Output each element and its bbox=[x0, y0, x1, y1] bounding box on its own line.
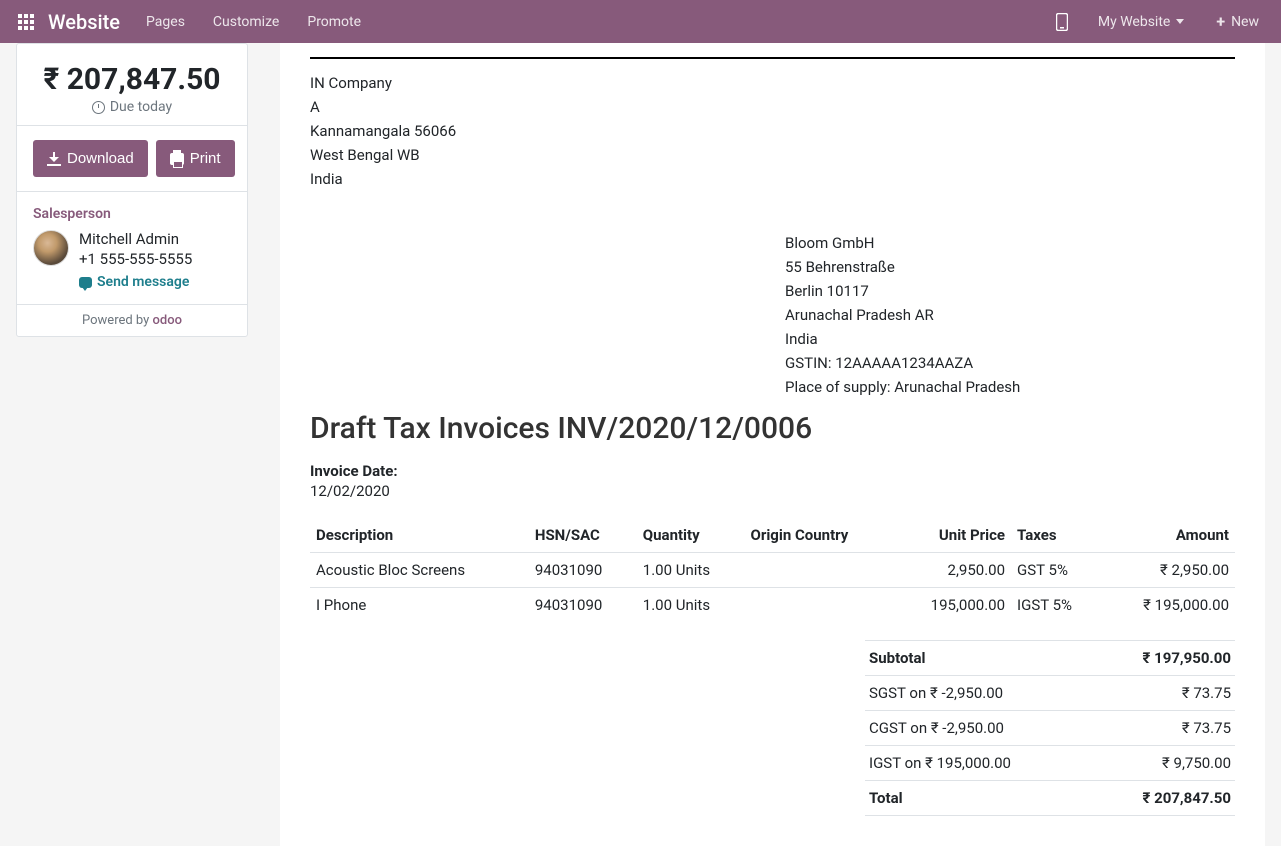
customer-line1: 55 Behrenstraße bbox=[785, 255, 1235, 279]
header-divider bbox=[310, 57, 1235, 59]
cell-taxes: IGST 5% bbox=[1011, 588, 1102, 623]
new-label: New bbox=[1231, 14, 1259, 30]
print-label: Print bbox=[190, 150, 221, 167]
company-line3: West Bengal WB bbox=[310, 143, 1235, 167]
nav-customize[interactable]: Customize bbox=[199, 0, 293, 43]
totals-label: CGST on ₹ -2,950.00 bbox=[869, 719, 1004, 737]
print-button[interactable]: Print bbox=[156, 140, 235, 177]
invoice-document: IN Company A Kannamangala 56066 West Ben… bbox=[280, 43, 1265, 846]
totals-row: SGST on ₹ -2,950.00 ₹ 73.75 bbox=[865, 676, 1235, 711]
totals-row: Total ₹ 207,847.50 bbox=[865, 781, 1235, 816]
totals-value: ₹ 197,950.00 bbox=[1142, 649, 1231, 667]
chat-icon bbox=[79, 277, 92, 288]
download-label: Download bbox=[67, 150, 134, 167]
customer-gstin: GSTIN: 12AAAAA1234AAZA bbox=[785, 351, 1235, 375]
company-line4: India bbox=[310, 167, 1235, 191]
totals-row: IGST on ₹ 195,000.00 ₹ 9,750.00 bbox=[865, 746, 1235, 781]
download-button[interactable]: Download bbox=[33, 140, 148, 177]
customer-line4: India bbox=[785, 327, 1235, 351]
my-website-label: My Website bbox=[1098, 14, 1170, 30]
totals-row: CGST on ₹ -2,950.00 ₹ 73.75 bbox=[865, 711, 1235, 746]
company-line1: A bbox=[310, 95, 1235, 119]
cell-origin bbox=[745, 588, 894, 623]
cell-price: 2,950.00 bbox=[894, 553, 1011, 588]
powered-by: Powered by odoo bbox=[17, 305, 247, 336]
cell-price: 195,000.00 bbox=[894, 588, 1011, 623]
due-text: Due today bbox=[110, 99, 172, 115]
col-origin: Origin Country bbox=[745, 518, 894, 553]
total-amount: ₹ 207,847.50 bbox=[33, 62, 231, 97]
company-line2: Kannamangala 56066 bbox=[310, 119, 1235, 143]
customer-name: Bloom GmbH bbox=[785, 231, 1235, 255]
totals-label: Subtotal bbox=[869, 649, 926, 667]
new-button[interactable]: + New bbox=[1202, 0, 1273, 43]
customer-line3: Arunachal Pradesh AR bbox=[785, 303, 1235, 327]
odoo-logo: odoo bbox=[153, 313, 182, 328]
cell-qty: 1.00 Units bbox=[637, 553, 745, 588]
totals-value: ₹ 207,847.50 bbox=[1142, 789, 1231, 807]
totals-block: Subtotal ₹ 197,950.00 SGST on ₹ -2,950.00 ₹… bbox=[865, 640, 1235, 816]
salesperson-heading: Salesperson bbox=[33, 206, 231, 222]
my-website-dropdown[interactable]: My Website bbox=[1084, 0, 1198, 43]
company-address: IN Company A Kannamangala 56066 West Ben… bbox=[310, 71, 1235, 191]
avatar bbox=[33, 230, 69, 266]
totals-label: Total bbox=[869, 789, 903, 807]
plus-icon: + bbox=[1216, 12, 1225, 31]
document-title: Draft Tax Invoices INV/2020/12/0006 bbox=[310, 411, 1235, 446]
summary-sidebar: ₹ 207,847.50 Due today Download Print Sa… bbox=[16, 43, 248, 846]
apps-icon[interactable] bbox=[8, 0, 44, 43]
due-indicator: Due today bbox=[33, 99, 231, 115]
totals-label: SGST on ₹ -2,950.00 bbox=[869, 684, 1003, 702]
company-name: IN Company bbox=[310, 71, 1235, 95]
cell-hsn: 94031090 bbox=[529, 553, 637, 588]
salesperson-phone: +1 555-555-5555 bbox=[79, 250, 192, 268]
cell-amount: ₹ 195,000.00 bbox=[1102, 588, 1235, 623]
salesperson-name: Mitchell Admin bbox=[79, 230, 192, 248]
col-description: Description bbox=[310, 518, 529, 553]
brand-title[interactable]: Website bbox=[44, 10, 132, 34]
col-price: Unit Price bbox=[894, 518, 1011, 553]
customer-address: Bloom GmbH 55 Behrenstraße Berlin 10117 … bbox=[785, 231, 1235, 399]
clock-icon bbox=[92, 101, 105, 114]
cell-desc: I Phone bbox=[310, 588, 529, 623]
customer-pos: Place of supply: Arunachal Pradesh bbox=[785, 375, 1235, 399]
nav-pages[interactable]: Pages bbox=[132, 0, 199, 43]
totals-value: ₹ 73.75 bbox=[1182, 684, 1231, 702]
cell-amount: ₹ 2,950.00 bbox=[1102, 553, 1235, 588]
table-row: Acoustic Bloc Screens940310901.00 Units 2… bbox=[310, 553, 1235, 588]
invoice-date-value: 12/02/2020 bbox=[310, 482, 1235, 500]
top-navbar: Website Pages Customize Promote My Websi… bbox=[0, 0, 1281, 43]
customer-line2: Berlin 10117 bbox=[785, 279, 1235, 303]
print-icon bbox=[170, 153, 184, 165]
totals-row: Subtotal ₹ 197,950.00 bbox=[865, 640, 1235, 676]
nav-promote[interactable]: Promote bbox=[293, 0, 375, 43]
mobile-preview-icon[interactable] bbox=[1044, 0, 1080, 43]
totals-value: ₹ 73.75 bbox=[1182, 719, 1231, 737]
cell-taxes: GST 5% bbox=[1011, 553, 1102, 588]
totals-value: ₹ 9,750.00 bbox=[1162, 754, 1231, 772]
table-row: I Phone940310901.00 Units 195,000.00IGST … bbox=[310, 588, 1235, 623]
invoice-date-label: Invoice Date: bbox=[310, 462, 1235, 480]
cell-hsn: 94031090 bbox=[529, 588, 637, 623]
cell-qty: 1.00 Units bbox=[637, 588, 745, 623]
col-qty: Quantity bbox=[637, 518, 745, 553]
download-icon bbox=[47, 152, 61, 166]
cell-desc: Acoustic Bloc Screens bbox=[310, 553, 529, 588]
chevron-down-icon bbox=[1176, 19, 1184, 24]
send-message-link[interactable]: Send message bbox=[79, 274, 192, 290]
col-amount: Amount bbox=[1102, 518, 1235, 553]
cell-origin bbox=[745, 553, 894, 588]
invoice-lines-table: Description HSN/SAC Quantity Origin Coun… bbox=[310, 518, 1235, 622]
col-hsn: HSN/SAC bbox=[529, 518, 637, 553]
totals-label: IGST on ₹ 195,000.00 bbox=[869, 754, 1011, 772]
col-taxes: Taxes bbox=[1011, 518, 1102, 553]
send-message-label: Send message bbox=[97, 274, 189, 290]
